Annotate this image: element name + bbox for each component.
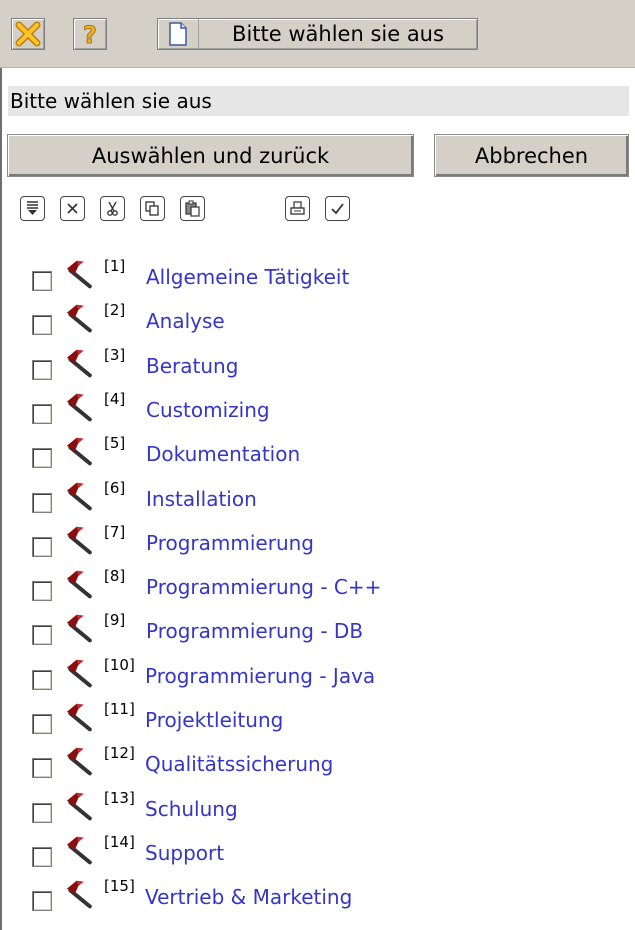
select-and-return-button[interactable]: Auswählen und zurück xyxy=(7,134,414,177)
select-document-button[interactable]: Bitte wählen sie aus xyxy=(157,18,478,50)
list-item-number: [13] xyxy=(104,789,135,807)
close-x-icon xyxy=(15,21,41,47)
list-item-link[interactable]: Programmierung - DB xyxy=(146,619,363,643)
list-item-number: [5] xyxy=(104,434,126,452)
list-item-link[interactable]: Programmierung - Java xyxy=(145,664,375,688)
list-item-number: [6] xyxy=(104,479,126,497)
check-icon[interactable] xyxy=(325,196,350,221)
hammer-icon xyxy=(64,791,92,821)
list-item: [4] Customizing xyxy=(0,389,635,433)
svg-text:?: ? xyxy=(83,21,97,47)
list-item: [14] Support xyxy=(0,832,635,876)
list-item: [3] Beratung xyxy=(0,345,635,389)
list-item-checkbox[interactable] xyxy=(32,714,52,734)
list-item-number: [2] xyxy=(104,301,126,319)
list-item-link[interactable]: Customizing xyxy=(146,398,270,422)
list-item-checkbox[interactable] xyxy=(32,891,52,911)
list-item-number: [1] xyxy=(104,257,126,275)
list-item-link[interactable]: Programmierung - C++ xyxy=(146,575,381,599)
help-button[interactable]: ? xyxy=(73,18,107,50)
copy-icon[interactable] xyxy=(140,196,165,221)
list-item-checkbox[interactable] xyxy=(32,448,52,468)
list-item: [12] Qualitätssicherung xyxy=(0,743,635,787)
hammer-icon xyxy=(64,835,92,865)
list-item: [11] Projektleitung xyxy=(0,699,635,743)
list-item-link[interactable]: Dokumentation xyxy=(146,442,300,466)
list-item-number: [15] xyxy=(104,877,135,895)
hammer-icon xyxy=(64,436,92,466)
list-item: [13] Schulung xyxy=(0,788,635,832)
list-item-checkbox[interactable] xyxy=(32,493,52,513)
list-item: [9] Programmierung - DB xyxy=(0,610,635,654)
document-icon xyxy=(169,22,187,46)
list-item-checkbox[interactable] xyxy=(32,271,52,291)
list-item: [8] Programmierung - C++ xyxy=(0,566,635,610)
list-item-checkbox[interactable] xyxy=(32,625,52,645)
paste-icon[interactable] xyxy=(180,196,205,221)
hammer-icon xyxy=(64,392,92,422)
cancel-button[interactable]: Abbrechen xyxy=(434,134,629,177)
list-item: [2] Analyse xyxy=(0,300,635,344)
list-item-checkbox[interactable] xyxy=(32,315,52,335)
list-item-link[interactable]: Beratung xyxy=(146,354,238,378)
list-item-number: [7] xyxy=(104,523,126,541)
list-item-checkbox[interactable] xyxy=(32,404,52,424)
list-item-link[interactable]: Support xyxy=(145,841,224,865)
list-item-link[interactable]: Projektleitung xyxy=(145,708,283,732)
list-item-number: [14] xyxy=(104,833,135,851)
hammer-icon xyxy=(64,303,92,333)
list-item-checkbox[interactable] xyxy=(32,581,52,601)
page-title: Bitte wählen sie aus xyxy=(8,86,629,116)
list-item-checkbox[interactable] xyxy=(32,803,52,823)
list-item-link[interactable]: Programmierung xyxy=(146,531,314,555)
list-item-checkbox[interactable] xyxy=(32,537,52,557)
list-item-checkbox[interactable] xyxy=(32,847,52,867)
hammer-icon xyxy=(64,259,92,289)
hammer-icon xyxy=(64,348,92,378)
document-button-label: Bitte wählen sie aus xyxy=(232,22,444,46)
hammer-icon xyxy=(64,658,92,688)
list-item-link[interactable]: Schulung xyxy=(145,797,238,821)
list-item: [7] Programmierung xyxy=(0,522,635,566)
print-icon[interactable] xyxy=(285,196,310,221)
cut-icon[interactable] xyxy=(100,196,125,221)
list-item-number: [11] xyxy=(104,700,135,718)
list-item: [10] Programmierung - Java xyxy=(0,655,635,699)
list-item-checkbox[interactable] xyxy=(32,758,52,778)
list-item-number: [12] xyxy=(104,744,135,762)
list-item-number: [9] xyxy=(104,611,126,629)
list-item-number: [10] xyxy=(104,656,135,674)
list-item-link[interactable]: Qualitätssicherung xyxy=(145,752,333,776)
list-item-checkbox[interactable] xyxy=(32,670,52,690)
hammer-icon xyxy=(64,481,92,511)
list-item: [5] Dokumentation xyxy=(0,433,635,477)
list-item: [1] Allgemeine Tätigkeit xyxy=(0,256,635,300)
question-mark-icon: ? xyxy=(83,21,98,47)
top-toolbar: ? Bitte wählen sie aus xyxy=(0,0,635,68)
list-item-link[interactable]: Installation xyxy=(146,487,257,511)
hammer-icon xyxy=(64,746,92,776)
close-button[interactable] xyxy=(11,18,45,50)
list-item-link[interactable]: Vertrieb & Marketing xyxy=(145,885,352,909)
hammer-icon xyxy=(64,569,92,599)
list-item-link[interactable]: Analyse xyxy=(146,309,225,333)
hammer-icon xyxy=(64,613,92,643)
hammer-icon xyxy=(64,702,92,732)
list-item-checkbox[interactable] xyxy=(32,360,52,380)
hammer-icon xyxy=(64,525,92,555)
list-item-number: [4] xyxy=(104,390,126,408)
hammer-icon xyxy=(64,879,92,909)
list-item: [6] Installation xyxy=(0,478,635,522)
list-item: [15] Vertrieb & Marketing xyxy=(0,876,635,920)
list-item-number: [3] xyxy=(104,346,126,364)
delete-icon[interactable] xyxy=(60,196,85,221)
list-item-link[interactable]: Allgemeine Tätigkeit xyxy=(146,265,349,289)
expand-list-icon[interactable] xyxy=(20,196,45,221)
list-item-number: [8] xyxy=(104,567,126,585)
